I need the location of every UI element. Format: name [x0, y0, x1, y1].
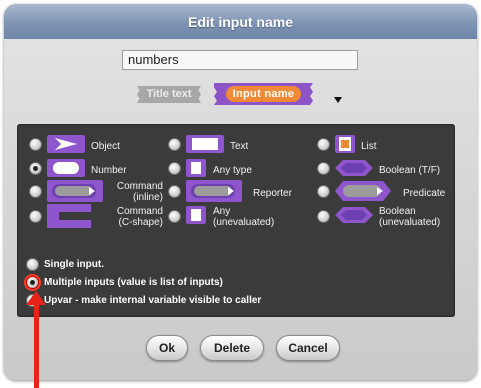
command-c-shape-icon — [47, 204, 91, 228]
radio-command-c-shape[interactable] — [29, 210, 42, 223]
any-slot-icon — [186, 159, 206, 177]
number-slot-icon — [47, 159, 85, 177]
expand-arrow-icon[interactable] — [334, 97, 342, 103]
type-label-list: List — [361, 141, 377, 152]
predicate-slot-icon — [335, 181, 391, 201]
cancel-button[interactable]: Cancel — [276, 335, 340, 361]
type-label-predicate: Predicate — [403, 188, 446, 199]
type-label-command-c-shape-text: Command (C-shape) — [116, 206, 163, 228]
type-label-number: Number — [91, 165, 127, 176]
boolean-slot-icon — [335, 160, 373, 176]
boolean-unevaluated-icon — [335, 207, 373, 223]
radio-boolean[interactable] — [317, 162, 330, 175]
list-icon — [335, 135, 355, 153]
reporter-slot-icon — [186, 180, 242, 202]
type-label-command-inline: Command (inline) — [105, 181, 163, 203]
radio-command-inline[interactable] — [29, 185, 42, 198]
single-input-label: Single input. — [44, 259, 104, 270]
type-label-boolean-unevaluated: Boolean (unevaluated) — [379, 206, 440, 228]
text-slot-icon — [186, 135, 224, 153]
type-label-text: Text — [230, 141, 249, 152]
input-type-panel: Object Text List Number Any type Boolean… — [17, 124, 455, 317]
command-inline-icon — [47, 180, 103, 202]
title-text-block[interactable]: Title text — [137, 86, 201, 103]
radio-object[interactable] — [29, 138, 42, 151]
any-unevaluated-icon — [186, 206, 206, 224]
type-label-boolean: Boolean (T/F) — [379, 165, 441, 176]
radio-any-unevaluated[interactable] — [168, 210, 181, 223]
radio-text[interactable] — [168, 138, 181, 151]
radio-multiple-inputs[interactable] — [26, 276, 39, 289]
radio-single-input[interactable] — [26, 258, 39, 271]
input-name-field[interactable] — [122, 50, 358, 70]
input-name-block[interactable]: Input name — [214, 83, 313, 105]
type-label-command-c-shape: Command (C-shape) — [91, 206, 163, 228]
type-label-any-type: Any type — [213, 165, 252, 176]
multiple-inputs-label: Multiple inputs (value is list of inputs… — [44, 277, 223, 288]
radio-predicate[interactable] — [317, 185, 330, 198]
dialog-title: Edit input name — [4, 4, 477, 39]
radio-reporter[interactable] — [168, 185, 181, 198]
type-label-command-inline-text: Command (inline) — [116, 181, 163, 203]
radio-any-type[interactable] — [168, 162, 181, 175]
ok-button[interactable]: Ok — [146, 335, 188, 361]
input-name-label: Input name — [226, 86, 301, 102]
type-label-any-unevaluated-text: Any (unevaluated) — [213, 206, 275, 228]
radio-list[interactable] — [317, 138, 330, 151]
type-label-boolean-unevaluated-text: Boolean (unevaluated) — [379, 206, 441, 228]
type-label-reporter: Reporter — [253, 188, 292, 199]
type-label-object: Object — [91, 141, 120, 152]
type-label-any-unevaluated: Any (unevaluated) — [213, 206, 274, 228]
upvar-label: Upvar - make internal variable visible t… — [44, 295, 262, 306]
radio-boolean-unevaluated[interactable] — [317, 210, 330, 223]
delete-button[interactable]: Delete — [200, 335, 264, 361]
annotation-arrow-shaft — [34, 303, 39, 388]
object-arrow-icon — [47, 135, 85, 153]
radio-number[interactable] — [29, 162, 42, 175]
